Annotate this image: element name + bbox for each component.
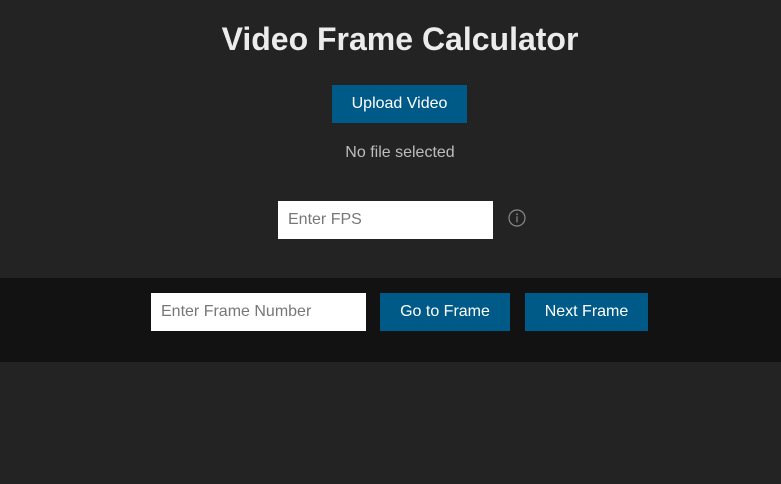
- upload-video-button[interactable]: Upload Video: [332, 85, 467, 123]
- go-to-frame-button[interactable]: Go to Frame: [380, 293, 510, 331]
- frame-control-bar: Go to Frame Next Frame: [0, 278, 781, 362]
- info-circle-icon[interactable]: [508, 209, 526, 227]
- next-frame-button[interactable]: Next Frame: [525, 293, 648, 331]
- app-page: Video Frame Calculator Upload Video No f…: [0, 0, 781, 484]
- page-title: Video Frame Calculator: [221, 21, 579, 57]
- fps-input[interactable]: [278, 201, 493, 239]
- frame-number-input[interactable]: [151, 293, 366, 331]
- file-status-text: No file selected: [345, 144, 455, 161]
